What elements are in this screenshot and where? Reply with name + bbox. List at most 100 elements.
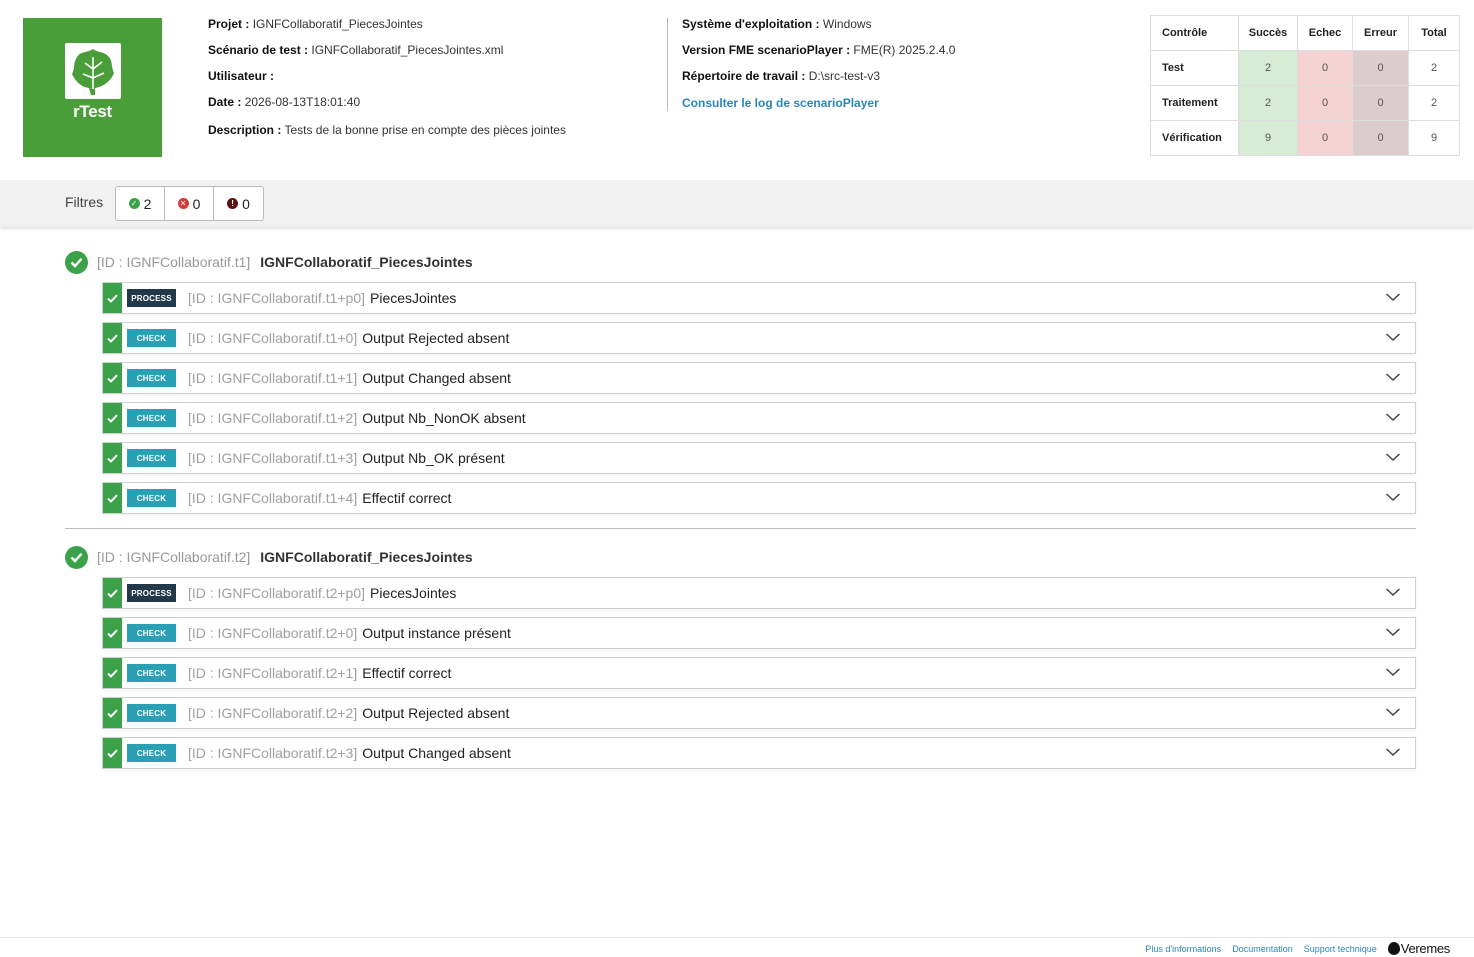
step-title: Output Nb_NonOK absent [362,410,526,426]
scenario-row: Scénario de test : IGNFCollaboratif_Piec… [208,43,503,57]
step-type-badge: PROCESS [127,289,176,307]
app-logo: rTest [23,18,162,157]
error-cell: 0 [1352,120,1409,156]
app-name: rTest [73,102,112,121]
summary-row-processing: Traitement 2 0 0 2 [1150,85,1460,121]
header-success: Succès [1238,15,1298,51]
step-row[interactable]: CHECK [ID : IGNFCollaboratif.t2+1] Effec… [102,657,1416,689]
log-row: Consulter le log de scenarioPlayer [682,96,879,110]
success-check-icon [65,250,88,274]
error-cell: 0 [1352,85,1409,121]
more-info-link[interactable]: Plus d'informations [1145,944,1221,954]
step-type-badge: CHECK [127,664,176,682]
step-row[interactable]: PROCESS [ID : IGNFCollaboratif.t1+p0] Pi… [102,282,1416,314]
step-row[interactable]: CHECK [ID : IGNFCollaboratif.t2+0] Outpu… [102,617,1416,649]
step-id: [ID : IGNFCollaboratif.t1+0] [188,330,358,346]
user-label: Utilisateur : [208,69,275,83]
step-id: [ID : IGNFCollaboratif.t2+0] [188,625,358,641]
results-summary-table: Contrôle Succès Echec Erreur Total Test … [1150,15,1460,156]
scenario-label: Scénario de test : [208,43,309,57]
view-log-link[interactable]: Consulter le log de scenarioPlayer [682,96,879,110]
filter-button-group: ✓ 2 ✕ 0 ! 0 [115,186,264,221]
step-title: Effectif correct [362,490,452,506]
chevron-down-icon[interactable] [1385,747,1401,757]
chevron-down-icon[interactable] [1385,292,1401,302]
step-success-icon [103,483,122,513]
filter-fail-button[interactable]: ✕ 0 [165,187,214,220]
step-type-badge: CHECK [127,704,176,722]
description-value: Tests de la bonne prise en compte des pi… [284,123,566,137]
step-row[interactable]: CHECK [ID : IGNFCollaboratif.t1+3] Outpu… [102,442,1416,474]
project-label: Projet : [208,17,250,31]
test-group-header: [ID : IGNFCollaboratif.t1] IGNFCollabora… [65,250,473,274]
step-success-icon [103,283,122,313]
fail-cell: 0 [1297,120,1353,156]
step-row[interactable]: CHECK [ID : IGNFCollaboratif.t1+4] Effec… [102,482,1416,514]
scenario-value: IGNFCollaboratif_PiecesJointes.xml [311,43,504,57]
test-group-id: [ID : IGNFCollaboratif.t2] [97,549,251,565]
step-row[interactable]: CHECK [ID : IGNFCollaboratif.t1+1] Outpu… [102,362,1416,394]
header-total: Total [1408,15,1460,51]
step-row[interactable]: PROCESS [ID : IGNFCollaboratif.t2+p0] Pi… [102,577,1416,609]
workdir-row: Répertoire de travail : D:\src-test-v3 [682,69,880,83]
step-success-icon [103,363,122,393]
step-type-badge: CHECK [127,489,176,507]
os-label: Système d'exploitation : [682,17,820,31]
step-title: Output instance présent [362,625,511,641]
chevron-down-icon[interactable] [1385,372,1401,382]
step-row[interactable]: CHECK [ID : IGNFCollaboratif.t2+3] Outpu… [102,737,1416,769]
total-cell: 2 [1408,85,1460,121]
fme-version-row: Version FME scenarioPlayer : FME(R) 2025… [682,43,955,57]
step-title: Output Changed absent [362,745,511,761]
leaf-icon [65,43,121,99]
step-success-icon [103,578,122,608]
header-divider [667,18,668,111]
step-row[interactable]: CHECK [ID : IGNFCollaboratif.t2+2] Outpu… [102,697,1416,729]
chevron-down-icon[interactable] [1385,587,1401,597]
filter-bar: Filtres ✓ 2 ✕ 0 ! 0 [0,180,1474,227]
filter-success-button[interactable]: ✓ 2 [116,187,165,220]
step-type-badge: CHECK [127,369,176,387]
chevron-down-icon[interactable] [1385,492,1401,502]
filter-error-button[interactable]: ! 0 [214,187,263,220]
workdir-label: Répertoire de travail : [682,69,806,83]
header-fail: Echec [1297,15,1353,51]
chevron-down-icon[interactable] [1385,707,1401,717]
fail-cell: 0 [1297,50,1353,86]
chevron-down-icon[interactable] [1385,452,1401,462]
chevron-down-icon[interactable] [1385,332,1401,342]
test-group-id: [ID : IGNFCollaboratif.t1] [97,254,251,270]
step-success-icon [103,618,122,648]
success-cell: 9 [1238,120,1298,156]
os-row: Système d'exploitation : Windows [682,17,872,31]
documentation-link[interactable]: Documentation [1232,944,1293,954]
chevron-down-icon[interactable] [1385,667,1401,677]
error-cell: 0 [1352,50,1409,86]
step-id: [ID : IGNFCollaboratif.t1+4] [188,490,358,506]
step-success-icon [103,698,122,728]
group-divider [65,528,1416,529]
row-label: Traitement [1150,85,1239,121]
brand-logo[interactable]: Veremes [1387,941,1451,956]
exclamation-circle-icon: ! [227,198,239,209]
veremes-logo-icon [1387,942,1400,955]
step-type-badge: CHECK [127,744,176,762]
step-type-badge: CHECK [127,329,176,347]
fail-cell: 0 [1297,85,1353,121]
fme-version-label: Version FME scenarioPlayer : [682,43,851,57]
step-id: [ID : IGNFCollaboratif.t1+3] [188,450,358,466]
project-value: IGNFCollaboratif_PiecesJointes [252,17,423,31]
step-type-badge: CHECK [127,624,176,642]
tech-support-link[interactable]: Support technique [1304,944,1377,954]
chevron-down-icon[interactable] [1385,412,1401,422]
brand-name: Veremes [1400,941,1451,956]
chevron-down-icon[interactable] [1385,627,1401,637]
step-type-badge: CHECK [127,409,176,427]
x-circle-icon: ✕ [177,198,189,209]
step-title: Effectif correct [362,665,452,681]
step-row[interactable]: CHECK [ID : IGNFCollaboratif.t1+0] Outpu… [102,322,1416,354]
step-row[interactable]: CHECK [ID : IGNFCollaboratif.t1+2] Outpu… [102,402,1416,434]
step-title: Output Rejected absent [362,330,510,346]
date-value: 2026-08-13T18:01:40 [244,95,361,109]
project-row: Projet : IGNFCollaboratif_PiecesJointes [208,17,423,31]
